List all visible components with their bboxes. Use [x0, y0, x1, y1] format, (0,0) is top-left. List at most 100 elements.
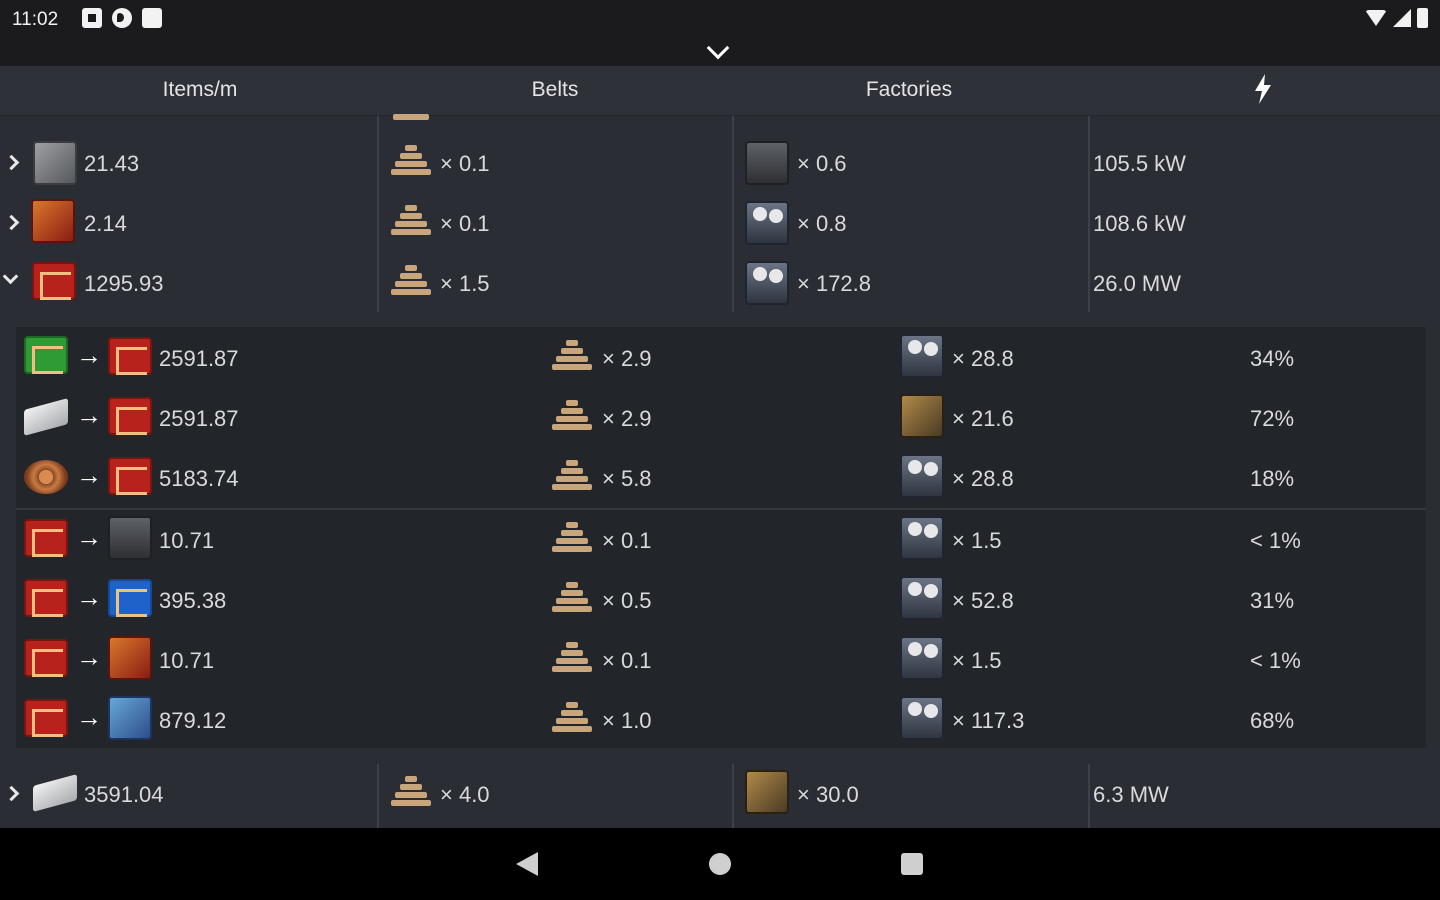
assembler-icon: [900, 636, 944, 680]
belt-count: × 1.0: [602, 708, 652, 733]
item-icon: [108, 579, 152, 617]
percentage: 31%: [1250, 588, 1295, 613]
assembler-icon: [900, 516, 944, 560]
chevron-right-icon[interactable]: [3, 154, 20, 171]
belt-count: × 0.1: [602, 528, 652, 553]
belt-count: × 2.9: [602, 346, 652, 371]
arrow-right-icon: →: [76, 400, 102, 430]
assembler-icon: [745, 261, 789, 305]
factory-count: × 117.3: [952, 708, 1025, 733]
assembler-icon: [900, 576, 944, 620]
home-button[interactable]: [709, 853, 731, 875]
belt-count: × 2.9: [602, 406, 652, 431]
battery-icon: [1417, 8, 1428, 28]
item-icon: [32, 262, 76, 300]
notification-icons: [82, 8, 162, 28]
power-usage: 108.6 kW: [1093, 211, 1186, 236]
output-row[interactable]: → 395.38 × 0.5 × 52.8 31%: [0, 570, 1440, 630]
input-amount: 2591.87: [159, 346, 239, 371]
item-icon: [108, 397, 152, 435]
factory-count: × 28.8: [952, 466, 1014, 491]
chevron-down-icon[interactable]: [2, 268, 19, 285]
output-row[interactable]: → 10.71 × 0.1 × 1.5 < 1%: [0, 630, 1440, 690]
system-indicators: [1365, 8, 1428, 28]
percentage: < 1%: [1250, 528, 1301, 553]
parking-icon: [112, 8, 132, 28]
item-icon: [33, 141, 77, 185]
factory-count: × 1.5: [952, 648, 1002, 673]
factory-count: × 21.6: [952, 406, 1014, 431]
table-header: Items/m Belts Factories: [0, 66, 1440, 116]
output-row[interactable]: → 879.12 × 1.0 × 117.3 68%: [0, 690, 1440, 750]
factory-count: × 1.5: [952, 528, 1002, 553]
belt-icon: [550, 696, 594, 740]
item-icon: [24, 336, 68, 374]
output-amount: 10.71: [159, 648, 215, 673]
item-icon: [108, 516, 152, 560]
recent-apps-button[interactable]: [901, 853, 923, 875]
output-row[interactable]: → 10.71 × 0.1 × 1.5 < 1%: [0, 510, 1440, 570]
lightning-bolt-icon[interactable]: [1253, 74, 1273, 104]
power-usage: 6.3 MW: [1093, 782, 1169, 807]
belt-icon: [389, 104, 433, 122]
chevron-right-icon[interactable]: [3, 785, 20, 802]
item-icon: [24, 460, 68, 494]
recipe-row[interactable]: 2.14 × 0.1 × 0.8 108.6 kW: [0, 193, 1440, 253]
item-icon: [108, 337, 152, 375]
assembler-icon: [745, 141, 789, 185]
input-row[interactable]: → 2591.87 × 2.9 × 21.6 72%: [0, 388, 1440, 448]
belt-count: × 1.5: [440, 271, 490, 296]
belt-count: × 0.1: [602, 648, 652, 673]
chevron-right-icon[interactable]: [3, 214, 20, 231]
power-usage: 26.0 MW: [1093, 271, 1182, 296]
belt-icon: [550, 334, 594, 378]
collapse-handle[interactable]: [0, 36, 1440, 66]
item-icon: [108, 457, 152, 495]
input-amount: 5183.74: [159, 466, 239, 491]
arrow-right-icon: →: [76, 702, 102, 732]
item-icon: [31, 199, 75, 243]
header-items-per-minute[interactable]: Items/m: [100, 78, 300, 102]
wifi-icon: [1365, 10, 1387, 26]
header-belts[interactable]: Belts: [455, 78, 655, 102]
input-row[interactable]: → 2591.87 × 2.9 × 28.8 34%: [0, 328, 1440, 388]
item-icon: [24, 519, 68, 557]
belt-icon: [389, 199, 433, 243]
factory-count: × 28.8: [952, 346, 1014, 371]
recipe-row[interactable]: 21.43 × 0.1 × 0.6 105.5 kW: [0, 133, 1440, 193]
factory-count: × 172.8: [797, 271, 872, 296]
items-per-minute: 21.43: [84, 151, 140, 176]
header-factories[interactable]: Factories: [809, 78, 1009, 102]
back-button[interactable]: [516, 852, 538, 876]
recipe-row[interactable]: 3591.04 × 4.0 × 30.0 6.3 MW: [0, 764, 1440, 824]
sd-card-icon: [142, 8, 162, 28]
input-row[interactable]: → 5183.74 × 5.8 × 28.8 18%: [0, 448, 1440, 508]
chevron-down-icon[interactable]: [706, 36, 730, 60]
belt-count: × 5.8: [602, 466, 652, 491]
percentage: 68%: [1250, 708, 1295, 733]
belt-icon: [550, 454, 594, 498]
output-amount: 879.12: [159, 708, 227, 733]
item-icon: [108, 636, 152, 680]
arrow-right-icon: →: [76, 460, 102, 490]
factory-count: × 52.8: [952, 588, 1014, 613]
percentage: < 1%: [1250, 648, 1301, 673]
items-per-minute: 2.14: [84, 211, 127, 236]
belt-icon: [389, 139, 433, 183]
belt-icon: [389, 259, 433, 303]
recipe-row-expanded[interactable]: 1295.93 × 1.5 × 172.8 26.0 MW: [0, 253, 1440, 313]
belt-icon: [550, 516, 594, 560]
output-amount: 10.71: [159, 528, 215, 553]
belt-icon: [550, 576, 594, 620]
factory-count: × 30.0: [797, 782, 859, 807]
belt-icon: [550, 636, 594, 680]
furnace-icon: [900, 394, 944, 438]
belt-count: × 0.5: [602, 588, 652, 613]
percentage: 18%: [1250, 466, 1295, 491]
power-usage: 105.5 kW: [1093, 151, 1186, 176]
belt-count: × 0.1: [440, 211, 490, 236]
assembler-icon: [900, 454, 944, 498]
percentage: 72%: [1250, 406, 1295, 431]
belt-icon: [550, 394, 594, 438]
assembler-icon: [745, 201, 789, 245]
